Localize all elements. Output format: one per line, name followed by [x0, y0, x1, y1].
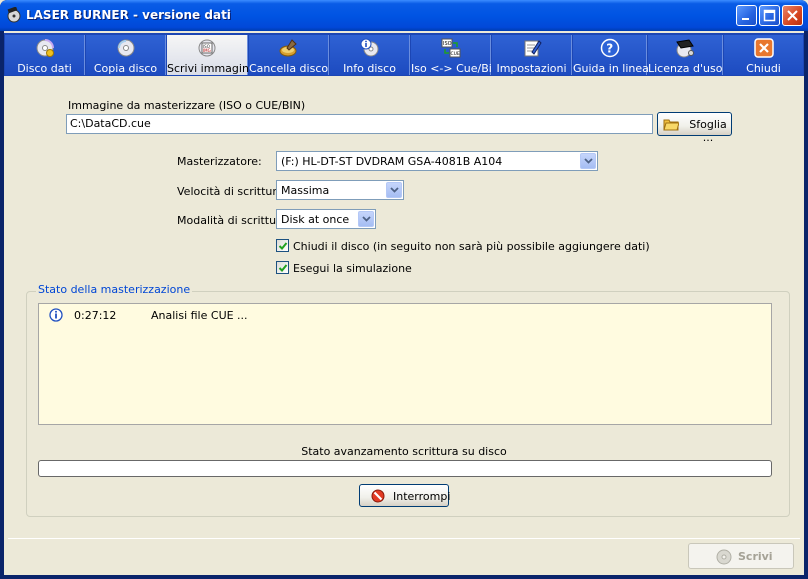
tab-scrivi-immagine[interactable]: ISO IMG Scrivi immagine: [167, 35, 256, 75]
tab-label: Iso <-> Cue/Bin: [411, 62, 499, 75]
status-group-title: Stato della masterizzazione: [36, 283, 193, 296]
svg-text:ISO: ISO: [443, 41, 452, 47]
tab-cancella-disco[interactable]: Cancella disco: [249, 35, 329, 75]
browse-button[interactable]: Sfoglia ...: [657, 112, 732, 144]
status-log[interactable]: 0:27:12 Analisi file CUE ...: [38, 303, 772, 425]
write-label: Scrivi: [738, 550, 773, 563]
minimize-button[interactable]: [736, 5, 757, 26]
burner-value: (F:) HL-DT-ST DVDRAM GSA-4081B A104: [281, 155, 503, 168]
maximize-button[interactable]: [759, 5, 780, 26]
mode-dropdown-button[interactable]: [358, 211, 374, 227]
checkmark-icon: [278, 242, 288, 250]
folder-icon: [663, 119, 679, 131]
chevron-down-icon: [584, 158, 593, 164]
data-disc-icon: [36, 39, 54, 57]
license-icon: [676, 39, 694, 58]
progress-label: Stato avanzamento scrittura su disco: [301, 445, 507, 458]
disc-icon: [716, 549, 732, 565]
write-image-panel: Immagine da masterizzare (ISO o CUE/BIN)…: [8, 83, 800, 530]
write-button[interactable]: Scrivi: [688, 543, 794, 569]
close-icon: [787, 10, 798, 21]
tab-info-disco[interactable]: Info disco: [330, 35, 410, 75]
tab-label: Chiudi: [746, 62, 781, 75]
mode-label: Modalità di scrittura:: [177, 214, 292, 227]
speed-label: Velocità di scrittura:: [177, 185, 288, 198]
write-progress-bar: [38, 460, 772, 477]
browse-label: Sfoglia ...: [689, 118, 727, 144]
tab-disco-dati[interactable]: Disco dati: [5, 35, 85, 75]
simulate-checkbox[interactable]: [276, 261, 289, 274]
tab-licenza-duso[interactable]: Licenza d'uso: [648, 35, 723, 75]
close-disc-label[interactable]: Chiudi il disco (in seguito non sarà più…: [293, 240, 650, 253]
chevron-down-icon: [362, 216, 371, 222]
tab-label: Cancella disco: [249, 62, 329, 75]
window-title: LASER BURNER - versione dati: [26, 8, 231, 22]
disc-info-icon: [360, 38, 378, 57]
burner-select[interactable]: (F:) HL-DT-ST DVDRAM GSA-4081B A104: [276, 151, 598, 171]
mode-select[interactable]: Disk at once: [276, 209, 376, 229]
tab-guida-in-linea[interactable]: ? Guida in linea: [573, 35, 649, 75]
stop-button[interactable]: Interrompi: [359, 484, 451, 507]
stop-icon: [371, 489, 385, 503]
checkmark-icon: [278, 264, 288, 272]
footer-bar: Scrivi: [8, 538, 800, 572]
iso-image-icon: ISOIMG: [198, 39, 216, 57]
tab-label: Copia disco: [93, 62, 158, 75]
erase-disc-icon: [279, 39, 297, 57]
speed-value: Massima: [281, 184, 330, 197]
close-button[interactable]: [782, 5, 803, 26]
svg-text:IMG: IMG: [203, 48, 211, 53]
settings-icon: [524, 40, 542, 57]
image-label: Immagine da masterizzare (ISO o CUE/BIN): [68, 99, 306, 112]
tab-label: Scrivi immagine: [167, 62, 256, 75]
main-toolbar: Disco dati Copia disco ISO IMG Scrivi imm…: [4, 33, 804, 76]
tab-label: Guida in linea: [573, 62, 649, 75]
app-icon: [7, 7, 21, 23]
tab-impostazioni[interactable]: Impostazioni: [492, 35, 572, 75]
tab-label: Disco dati: [17, 62, 72, 75]
tab-label: Info disco: [343, 62, 396, 75]
tab-label: Impostazioni: [496, 62, 567, 75]
burner-label: Masterizzatore:: [177, 155, 262, 168]
mode-value: Disk at once: [281, 213, 350, 226]
app-window: LASER BURNER - versione dati Disco dati …: [0, 0, 808, 579]
tab-label: Licenza d'uso: [648, 62, 723, 75]
log-message: Analisi file CUE ...: [151, 309, 248, 322]
maximize-icon: [763, 9, 776, 22]
burner-dropdown-button[interactable]: [580, 153, 596, 169]
image-path-input[interactable]: C:\DataCD.cue: [66, 114, 653, 134]
stop-label: Interrompi: [393, 490, 451, 503]
log-row: 0:27:12 Analisi file CUE ...: [39, 307, 771, 323]
speed-select[interactable]: Massima: [276, 180, 404, 200]
chevron-down-icon: [390, 187, 399, 193]
copy-disc-icon: [117, 39, 134, 57]
tab-copia-disco[interactable]: Copia disco: [86, 35, 166, 75]
tab-chiudi[interactable]: Chiudi: [724, 35, 803, 75]
info-icon: [49, 308, 63, 322]
svg-text:?: ?: [606, 42, 613, 56]
close-app-icon: [753, 38, 774, 58]
simulate-label[interactable]: Esegui la simulazione: [293, 262, 412, 275]
svg-text:CUE: CUE: [450, 51, 459, 57]
help-icon: ?: [600, 38, 619, 58]
minimize-icon: [742, 18, 749, 20]
iso-convert-icon: ISO CUE: [441, 38, 460, 58]
tab-iso-cue-bin[interactable]: ISO CUE Iso <-> Cue/Bin: [411, 35, 499, 75]
title-bar[interactable]: LASER BURNER - versione dati: [0, 0, 808, 31]
log-time: 0:27:12: [74, 309, 117, 322]
close-disc-checkbox[interactable]: [276, 239, 289, 252]
speed-dropdown-button[interactable]: [386, 182, 402, 198]
